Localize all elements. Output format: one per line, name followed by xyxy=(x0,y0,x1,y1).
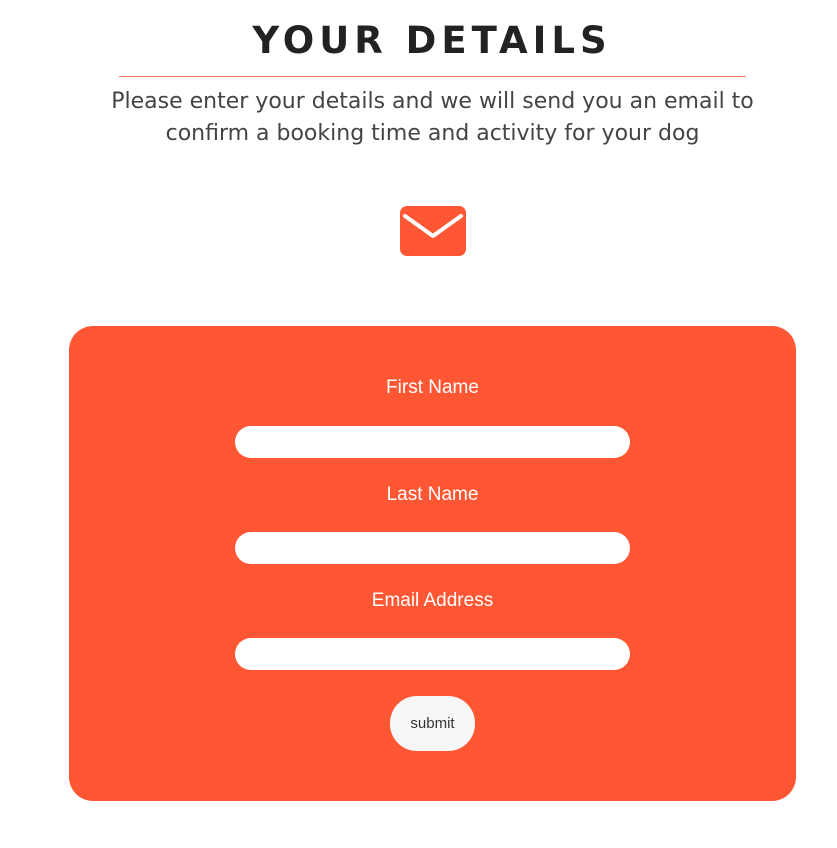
last-name-label: Last Name xyxy=(386,484,479,505)
first-name-field[interactable] xyxy=(235,426,630,458)
email-label: Email Address xyxy=(371,590,494,611)
page-title: YOUR DETAILS xyxy=(252,19,612,62)
page: YOUR DETAILS Please enter your details a… xyxy=(0,0,837,848)
envelope-icon xyxy=(400,206,466,256)
email-field[interactable] xyxy=(235,638,630,670)
page-subtitle: Please enter your details and we will se… xyxy=(111,89,754,146)
first-name-label: First Name xyxy=(386,377,479,398)
last-name-field[interactable] xyxy=(235,532,630,564)
submit-button[interactable]: submit xyxy=(390,696,475,751)
title-divider xyxy=(119,76,746,77)
details-form: First Name Last Name Email Address submi… xyxy=(69,326,796,801)
